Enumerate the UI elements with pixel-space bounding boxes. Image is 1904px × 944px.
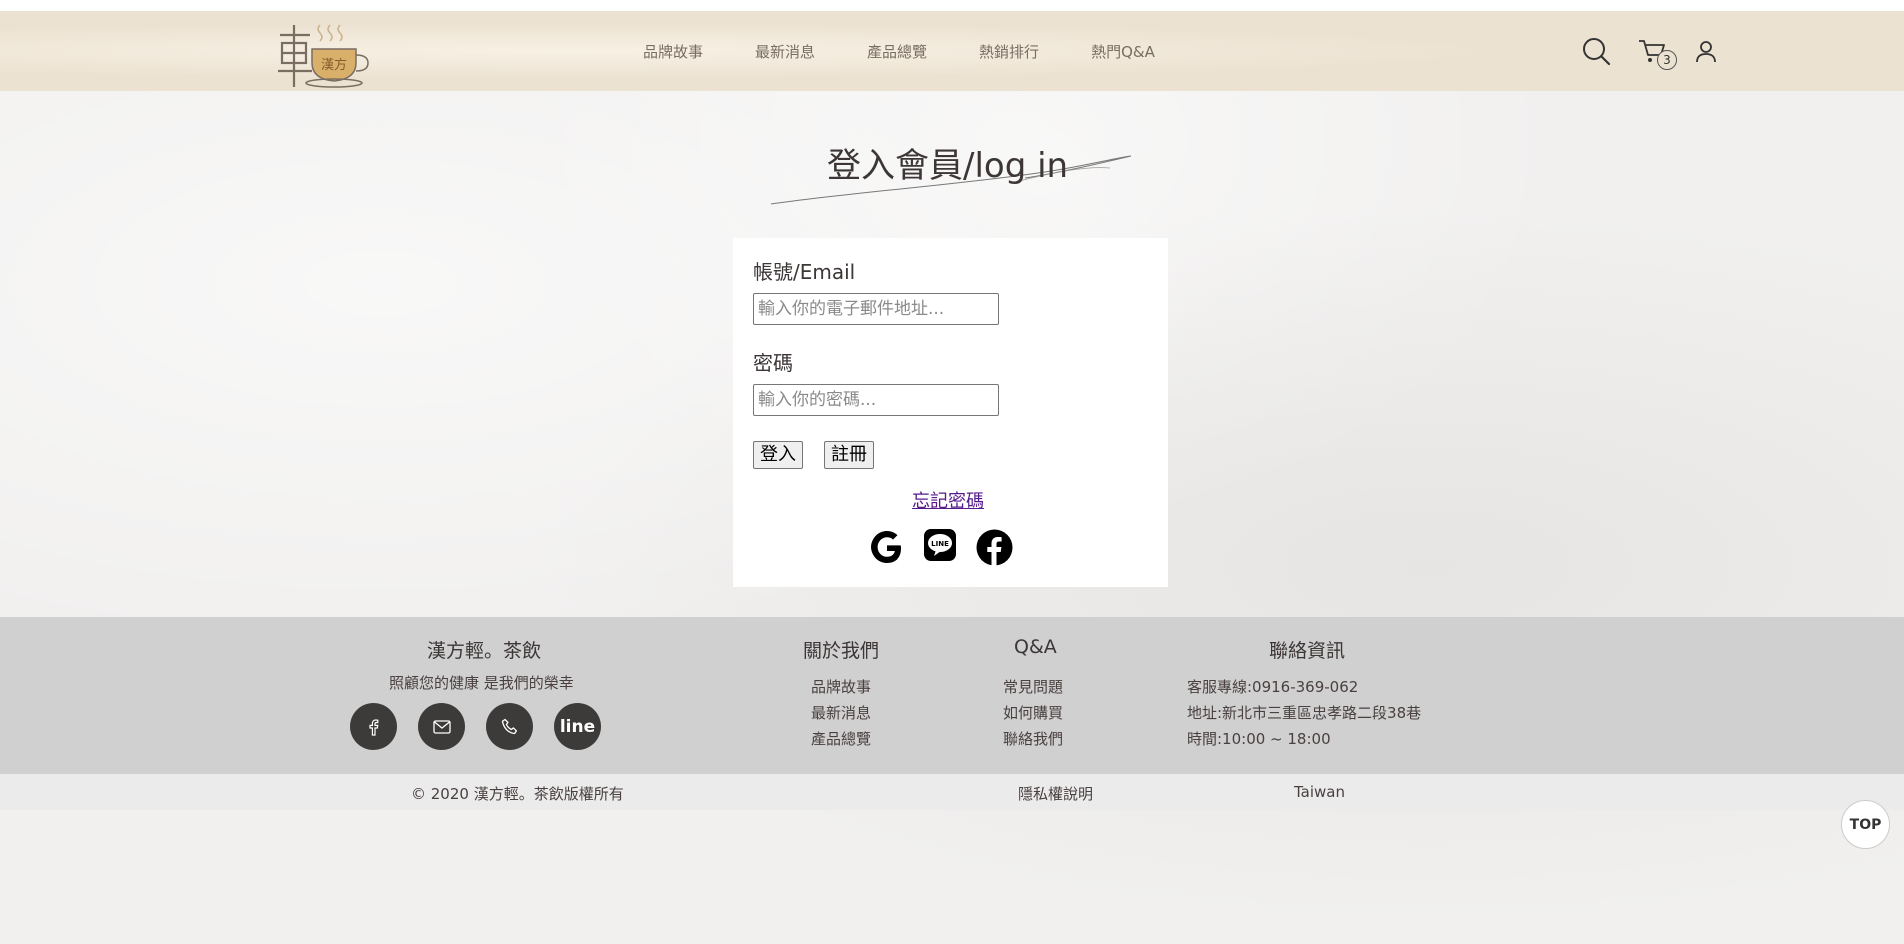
nav-faq[interactable]: 熱門Q&A bbox=[1091, 41, 1155, 62]
account-label: 帳號/Email bbox=[753, 260, 856, 284]
email-field[interactable] bbox=[753, 293, 999, 325]
user-icon[interactable] bbox=[1695, 40, 1717, 68]
svg-text:漢方: 漢方 bbox=[321, 57, 347, 73]
facebook-icon[interactable] bbox=[350, 703, 397, 750]
site-footer bbox=[0, 617, 1904, 774]
footer-link-brand-story[interactable]: 品牌故事 bbox=[811, 676, 871, 697]
footer-contact-address: 地址:新北市三重區忠孝路二段38巷 bbox=[1187, 704, 1422, 722]
footer-qa-title: Q&A bbox=[1014, 636, 1057, 658]
line-icon[interactable]: LINE bbox=[923, 528, 957, 566]
footer-contact-hours: 時間:10:00 ~ 18:00 bbox=[1187, 730, 1331, 748]
search-icon[interactable] bbox=[1582, 37, 1612, 71]
site-header: 漢方 品牌故事 最新消息 產品總覽 熱銷排行 熱門Q&A bbox=[0, 11, 1904, 91]
password-field[interactable] bbox=[753, 384, 999, 416]
footer-slogan: 照顧您的健康 是我們的榮幸 bbox=[389, 674, 574, 692]
mail-icon[interactable] bbox=[418, 703, 465, 750]
footer-link-products[interactable]: 產品總覽 bbox=[811, 728, 871, 749]
copyright-bar: © 2020 漢方輕。茶飲版權所有 隱私權說明 Taiwan bbox=[0, 774, 1904, 810]
forgot-password-link[interactable]: 忘記密碼 bbox=[912, 487, 984, 513]
facebook-icon[interactable] bbox=[976, 529, 1013, 570]
footer-contact-phone: 客服專線:0916-369-062 bbox=[1187, 678, 1359, 696]
nav-best-sellers[interactable]: 熱銷排行 bbox=[979, 41, 1039, 62]
top-strip bbox=[0, 0, 1904, 11]
phone-icon[interactable] bbox=[486, 703, 533, 750]
footer-link-news[interactable]: 最新消息 bbox=[811, 702, 871, 723]
nav-news[interactable]: 最新消息 bbox=[755, 41, 815, 62]
svg-text:LINE: LINE bbox=[931, 540, 949, 548]
register-button[interactable]: 註冊 bbox=[824, 441, 874, 469]
login-button[interactable]: 登入 bbox=[753, 441, 803, 469]
copyright-text: © 2020 漢方輕。茶飲版權所有 bbox=[411, 785, 624, 803]
footer-link-how-to-buy[interactable]: 如何購買 bbox=[1003, 702, 1063, 723]
password-label: 密碼 bbox=[753, 351, 793, 375]
footer-link-faq[interactable]: 常見問題 bbox=[1003, 676, 1063, 697]
page-title: 登入會員/log in bbox=[827, 146, 1069, 186]
region-label: Taiwan bbox=[1294, 783, 1346, 801]
footer-link-contact-us[interactable]: 聯絡我們 bbox=[1003, 728, 1063, 749]
google-icon[interactable] bbox=[869, 530, 905, 570]
nav-products[interactable]: 產品總覽 bbox=[867, 41, 927, 62]
privacy-link[interactable]: 隱私權說明 bbox=[1018, 783, 1093, 804]
cart-count-badge: 3 bbox=[1657, 50, 1677, 70]
brand-logo[interactable]: 漢方 bbox=[276, 21, 374, 91]
nav-brand-story[interactable]: 品牌故事 bbox=[643, 41, 703, 62]
footer-about-title: 關於我們 bbox=[803, 640, 880, 662]
main-nav: 品牌故事 最新消息 產品總覽 熱銷排行 熱門Q&A bbox=[643, 11, 1207, 91]
footer-brand-title: 漢方輕。茶飲 bbox=[427, 640, 542, 662]
line-text-button[interactable]: line bbox=[554, 703, 601, 750]
footer-contact-title: 聯絡資訊 bbox=[1269, 640, 1346, 662]
login-title-block: 登入會員/log in bbox=[765, 132, 1145, 212]
back-to-top-button[interactable]: TOP bbox=[1841, 800, 1890, 849]
